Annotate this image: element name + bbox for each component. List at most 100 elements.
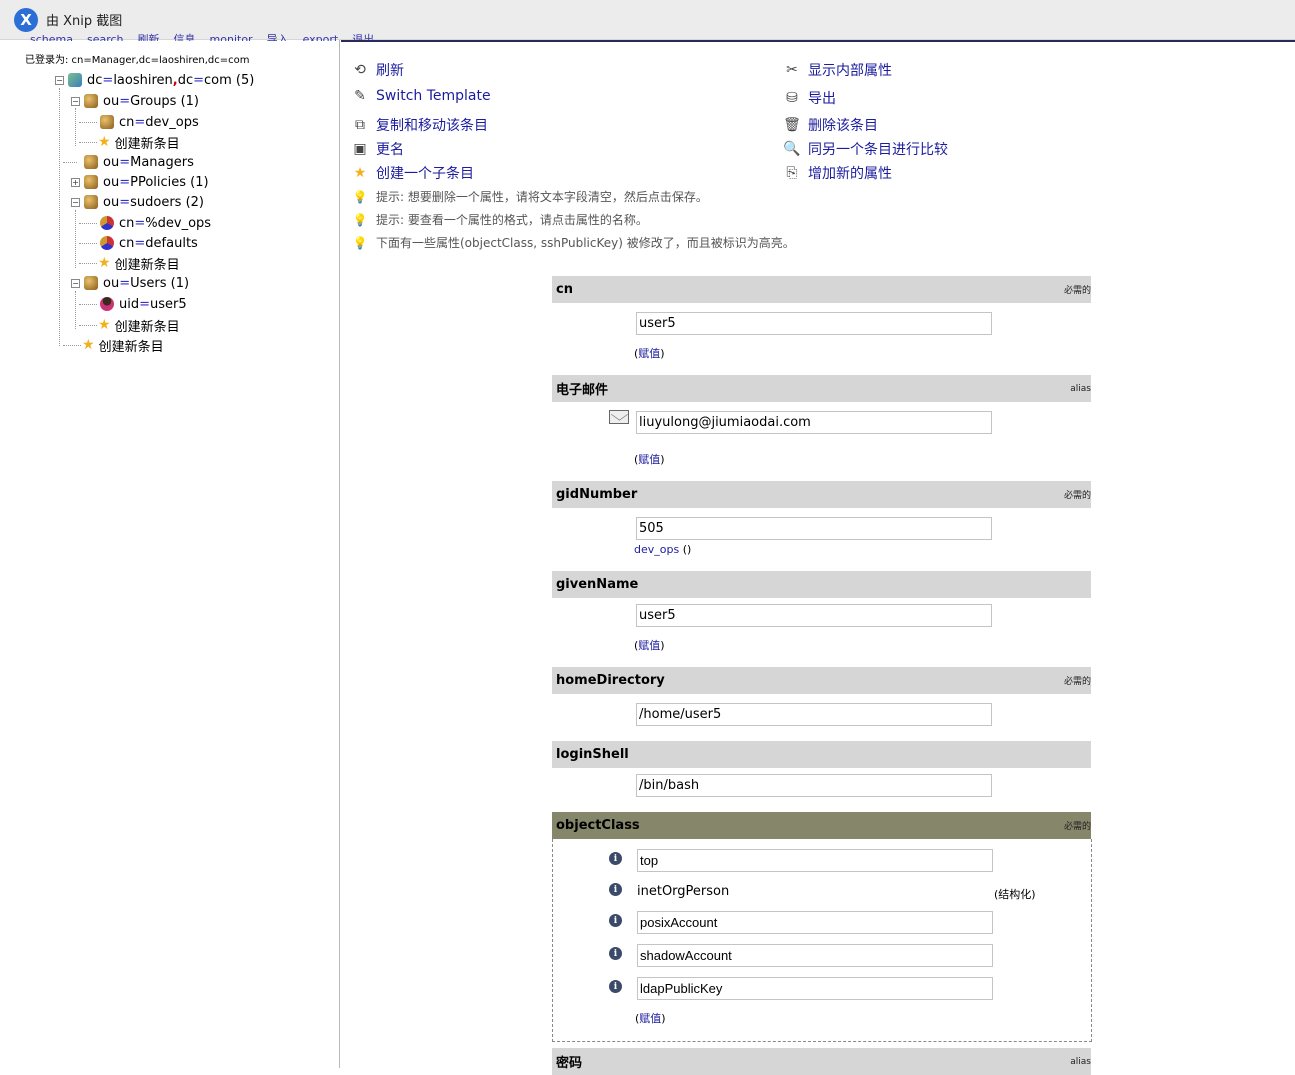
- xnip-logo-icon: X: [14, 7, 38, 32]
- logged-in-label: 已登录为: cn=Manager,dc=laoshiren,dc=com: [25, 55, 250, 66]
- attr-header-givenname[interactable]: givenName: [552, 571, 1091, 598]
- tree-item-ppolicies[interactable]: + ou=PPolicies (1): [71, 172, 209, 192]
- hint-delete: 💡 提示: 想要删除一个属性，请将文本字段清空，然后点击保存。: [352, 189, 708, 205]
- attr-name[interactable]: givenName: [556, 577, 638, 592]
- tree-item-create-new[interactable]: ★ 创建新条目: [98, 132, 180, 152]
- refresh-action[interactable]: ⟲ 刷新: [351, 60, 404, 80]
- tree-item-defaults[interactable]: cn=defaults: [100, 233, 198, 253]
- add-value-link[interactable]: (赋值): [635, 1010, 666, 1026]
- attr-header-loginshell[interactable]: loginShell: [552, 741, 1091, 768]
- info-icon[interactable]: i: [609, 980, 622, 993]
- tree-item-dev-ops[interactable]: cn=dev_ops: [100, 112, 199, 132]
- create-child-action[interactable]: ★ 创建一个子条目: [351, 163, 474, 183]
- star-icon: ★: [98, 317, 111, 333]
- tree-item-label: ou=Users (1): [103, 275, 190, 291]
- tree-root[interactable]: − dc=laoshiren,dc=com (5): [55, 70, 254, 90]
- homedirectory-input[interactable]: [636, 703, 992, 726]
- tree-item-groups[interactable]: − ou=Groups (1): [71, 91, 199, 111]
- tree-item-create-new-root[interactable]: ★ 创建新条目: [82, 335, 164, 355]
- tree-item-users[interactable]: − ou=Users (1): [71, 273, 189, 293]
- add-value-link[interactable]: (赋值): [634, 451, 665, 467]
- ou-icon: [84, 195, 98, 209]
- star-icon: ★: [98, 255, 111, 271]
- loginshell-input[interactable]: [636, 774, 992, 797]
- copy-move-action[interactable]: ⧉ 复制和移动该条目: [351, 115, 488, 135]
- compare-icon: 🔍: [783, 141, 801, 157]
- ou-icon: [84, 276, 98, 290]
- group-link[interactable]: dev_ops (): [634, 543, 691, 556]
- tree-item-sudoers[interactable]: − ou=sudoers (2): [71, 192, 204, 212]
- attr-header-gidnumber[interactable]: gidNumber 必需的: [552, 481, 1091, 508]
- tree-item-label: cn=defaults: [119, 235, 198, 251]
- delete-action[interactable]: 🗑 删除该条目: [783, 115, 878, 135]
- attr-header-email[interactable]: 电子邮件 alias: [552, 375, 1091, 402]
- givenname-input[interactable]: [636, 604, 992, 627]
- info-icon[interactable]: i: [609, 883, 622, 896]
- tree-item-label: 创建新条目: [114, 257, 180, 273]
- tree-item-label: cn=dev_ops: [119, 114, 199, 130]
- email-input[interactable]: [636, 411, 992, 434]
- tree-item-user5[interactable]: uid=user5: [100, 294, 187, 314]
- tree-item-create-new[interactable]: ★ 创建新条目: [98, 253, 180, 273]
- attr-name[interactable]: 密码: [556, 1052, 582, 1071]
- switch-template-action[interactable]: ✎ Switch Template: [351, 88, 491, 104]
- rename-action[interactable]: ▣ 更名: [351, 139, 404, 159]
- info-icon[interactable]: i: [609, 914, 622, 927]
- tree-item-label: ou=PPolicies (1): [103, 174, 209, 190]
- add-value-link[interactable]: (赋值): [634, 637, 665, 653]
- hint-modified: 💡 下面有一些属性(objectClass, sshPublicKey) 被修改了…: [352, 235, 795, 251]
- objectclass-static-value: inetOrgPerson: [637, 884, 730, 899]
- attr-name[interactable]: loginShell: [556, 747, 629, 762]
- collapse-icon[interactable]: −: [71, 197, 80, 207]
- export-action[interactable]: ⛁ 导出: [783, 88, 836, 108]
- add-attr-action[interactable]: ⎘ 增加新的属性: [783, 163, 892, 183]
- database-icon: ⛁: [786, 90, 798, 106]
- refresh-icon: ⟲: [354, 62, 366, 78]
- objectclass-input[interactable]: [637, 849, 993, 872]
- required-tag: 必需的: [1063, 822, 1091, 832]
- collapse-icon[interactable]: −: [71, 96, 80, 106]
- attr-header-cn[interactable]: cn 必需的: [552, 276, 1091, 303]
- objectclass-input[interactable]: [637, 977, 993, 1000]
- objectclass-input[interactable]: [637, 944, 993, 967]
- tree-item-label: cn=%dev_ops: [119, 215, 212, 231]
- collapse-icon[interactable]: −: [71, 278, 80, 288]
- tree-item-label: ou=Groups (1): [103, 93, 200, 109]
- attr-header-password[interactable]: 密码 alias: [552, 1048, 1091, 1075]
- tree-item-label: 创建新条目: [114, 319, 180, 335]
- collapse-icon[interactable]: −: [55, 75, 64, 85]
- attr-name[interactable]: homeDirectory: [556, 673, 665, 688]
- objectclass-input[interactable]: [637, 911, 993, 934]
- compare-action[interactable]: 🔍 同另一个条目进行比较: [783, 139, 948, 159]
- ou-icon: [84, 175, 98, 189]
- tree-item-create-new[interactable]: ★ 创建新条目: [98, 315, 180, 335]
- attr-header-objectclass[interactable]: objectClass 必需的: [552, 812, 1091, 839]
- tree-item-label: 创建新条目: [98, 339, 164, 355]
- attr-name[interactable]: objectClass: [556, 818, 640, 833]
- tree-item-pct-dev-ops[interactable]: cn=%dev_ops: [100, 213, 211, 233]
- user-icon: [100, 297, 114, 311]
- attr-name[interactable]: cn: [556, 282, 573, 297]
- info-icon[interactable]: i: [609, 852, 622, 865]
- show-internal-action[interactable]: ✂ 显示内部属性: [783, 60, 892, 80]
- tree-item-label: 创建新条目: [114, 136, 180, 152]
- expand-icon[interactable]: +: [71, 177, 80, 187]
- attr-name[interactable]: gidNumber: [556, 487, 637, 502]
- add-value-link[interactable]: (赋值): [634, 345, 665, 361]
- attr-header-homedirectory[interactable]: homeDirectory 必需的: [552, 667, 1091, 694]
- cn-input[interactable]: [636, 312, 992, 335]
- tree-item-managers[interactable]: ou=Managers: [84, 152, 194, 172]
- star-icon: ★: [82, 337, 95, 353]
- gidnumber-input[interactable]: [636, 517, 992, 540]
- ou-icon: [84, 94, 98, 108]
- ou-icon: [84, 155, 98, 169]
- tree-root-label[interactable]: dc=laoshiren,dc=com (5): [87, 73, 254, 88]
- required-tag: 必需的: [1063, 677, 1091, 687]
- mail-icon[interactable]: [609, 410, 629, 424]
- alias-tag: alias: [1070, 383, 1091, 394]
- sudo-role-icon: [100, 216, 114, 230]
- attr-name[interactable]: 电子邮件: [556, 379, 608, 398]
- star-icon: ★: [353, 165, 367, 181]
- info-icon[interactable]: i: [609, 947, 622, 960]
- divider: [341, 40, 1295, 42]
